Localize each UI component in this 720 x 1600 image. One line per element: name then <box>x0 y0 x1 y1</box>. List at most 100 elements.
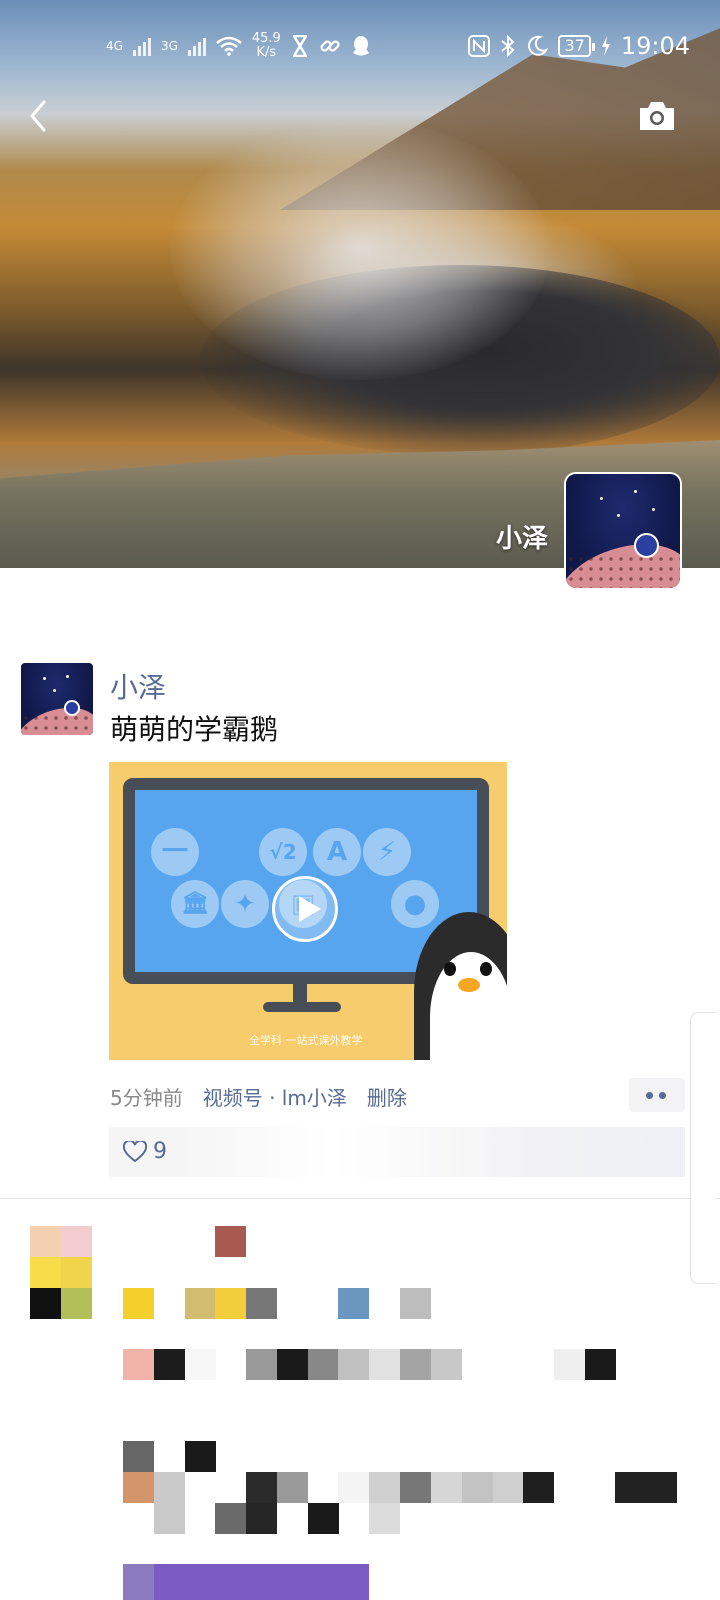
likes-count: 9 <box>153 1139 167 1164</box>
profile-avatar[interactable] <box>566 474 680 588</box>
math-icon: √2 <box>259 828 307 876</box>
net-speed-value: 45.9 <box>251 31 281 46</box>
mosaic-block <box>246 1288 277 1319</box>
post-channel-link[interactable]: 视频号 · lm小泽 <box>203 1082 347 1111</box>
mosaic-block <box>338 1472 369 1503</box>
wifi-icon <box>216 36 242 56</box>
mosaic-block <box>123 1472 154 1503</box>
heart-icon <box>123 1141 147 1163</box>
mosaic-block <box>154 1503 185 1534</box>
back-button[interactable] <box>20 96 60 136</box>
scroll-handle[interactable] <box>690 1012 715 1284</box>
mosaic-block <box>369 1503 400 1534</box>
net-speed-unit: K/s <box>256 45 277 60</box>
mosaic-block <box>308 1503 339 1534</box>
link-icon <box>320 40 340 52</box>
hourglass-icon <box>292 35 307 57</box>
status-right: 37 19:04 <box>468 32 690 60</box>
dot-icon <box>646 1092 653 1099</box>
video-caption: 全学科 一站式课外教学 <box>249 1034 363 1047</box>
mosaic-block <box>338 1288 369 1319</box>
more-actions-button[interactable] <box>629 1078 685 1112</box>
mosaic-block <box>30 1226 61 1257</box>
mosaic-block <box>154 1472 185 1503</box>
mosaic-block <box>277 1472 308 1503</box>
mosaic-block <box>61 1288 92 1319</box>
video-monitor-base <box>263 1002 341 1012</box>
nfc-icon <box>468 35 491 57</box>
signal-icon <box>132 36 151 56</box>
post-time: 5分钟前 <box>110 1086 183 1110</box>
mosaic-block <box>615 1472 677 1503</box>
mosaic-block <box>61 1226 92 1257</box>
mosaic-block <box>123 1564 154 1600</box>
mosaic-block <box>308 1349 339 1380</box>
network-4g-label: 4G <box>106 39 123 53</box>
battery-icon: 37 <box>558 35 596 57</box>
museum-icon: 🏛 <box>171 880 219 928</box>
mosaic-block <box>400 1472 431 1503</box>
video-monitor-stand <box>293 984 307 1004</box>
dot-icon <box>659 1092 666 1099</box>
mosaic-block <box>431 1472 462 1503</box>
charging-icon <box>601 36 610 56</box>
mosaic-block <box>185 1349 216 1380</box>
status-time: 19:04 <box>620 32 690 60</box>
mosaic-block <box>215 1226 246 1257</box>
mosaic-block <box>30 1288 61 1319</box>
mosaic-block <box>246 1349 277 1380</box>
mosaic-block <box>585 1349 616 1380</box>
signal-icon-2 <box>187 36 206 56</box>
camera-button[interactable] <box>636 96 678 136</box>
mosaic-block <box>185 1288 216 1319</box>
mosaic-block <box>123 1441 154 1472</box>
mosaic-block <box>61 1257 92 1288</box>
moon-icon <box>528 35 549 56</box>
post-meta: 5分钟前 视频号 · lm小泽 删除 <box>110 1082 407 1111</box>
mosaic-block <box>154 1349 185 1380</box>
mosaic-block <box>185 1441 216 1472</box>
bulb-icon: ● <box>391 880 439 928</box>
mosaic-block <box>154 1564 369 1600</box>
chinese-icon: 一 <box>151 828 199 876</box>
mosaic-block <box>400 1349 431 1380</box>
mosaic-block <box>523 1472 554 1503</box>
shirt-icon: ✦ <box>221 880 269 928</box>
mosaic-block <box>493 1472 524 1503</box>
status-bar: 4G 3G 45.9 K/s 37 19:04 <box>0 26 720 66</box>
mosaic-block <box>554 1349 585 1380</box>
battery-level: 37 <box>564 36 585 55</box>
camera-icon <box>640 102 674 130</box>
likes-redacted <box>181 1127 685 1177</box>
mosaic-block <box>215 1288 246 1319</box>
post-avatar[interactable] <box>21 663 93 735</box>
post-divider <box>0 1198 720 1199</box>
mosaic-block <box>400 1288 431 1319</box>
status-left: 4G 3G 45.9 K/s <box>106 32 371 60</box>
post-text: 萌萌的学霸鹅 <box>110 713 279 746</box>
english-icon: A <box>313 828 361 876</box>
cover-steam <box>170 120 550 380</box>
mosaic-block <box>369 1472 400 1503</box>
mosaic-block <box>123 1349 154 1380</box>
post-username[interactable]: 小泽 <box>110 666 166 706</box>
mosaic-block <box>123 1288 154 1319</box>
bluetooth-icon <box>501 35 515 57</box>
mosaic-block <box>338 1349 369 1380</box>
mosaic-block <box>246 1472 277 1503</box>
mosaic-block <box>369 1349 400 1380</box>
mosaic-block <box>246 1503 277 1534</box>
network-3g-label: 3G <box>160 39 178 53</box>
net-speed: 45.9 K/s <box>252 32 281 60</box>
profile-name: 小泽 <box>496 524 549 554</box>
play-icon[interactable] <box>272 876 338 942</box>
mosaic-block <box>431 1349 462 1380</box>
mosaic-block <box>30 1257 61 1288</box>
chevron-left-icon <box>30 100 46 132</box>
post-video[interactable]: 一 √2 A ⚡ 🏛 ✦ ▣ ● 全学科 一站式课外教学 <box>109 762 507 1060</box>
likes-bar: 9 <box>109 1127 685 1177</box>
lightning-icon: ⚡ <box>363 828 411 876</box>
mosaic-block <box>462 1472 493 1503</box>
delete-button[interactable]: 删除 <box>367 1082 407 1111</box>
qq-icon <box>352 36 369 56</box>
